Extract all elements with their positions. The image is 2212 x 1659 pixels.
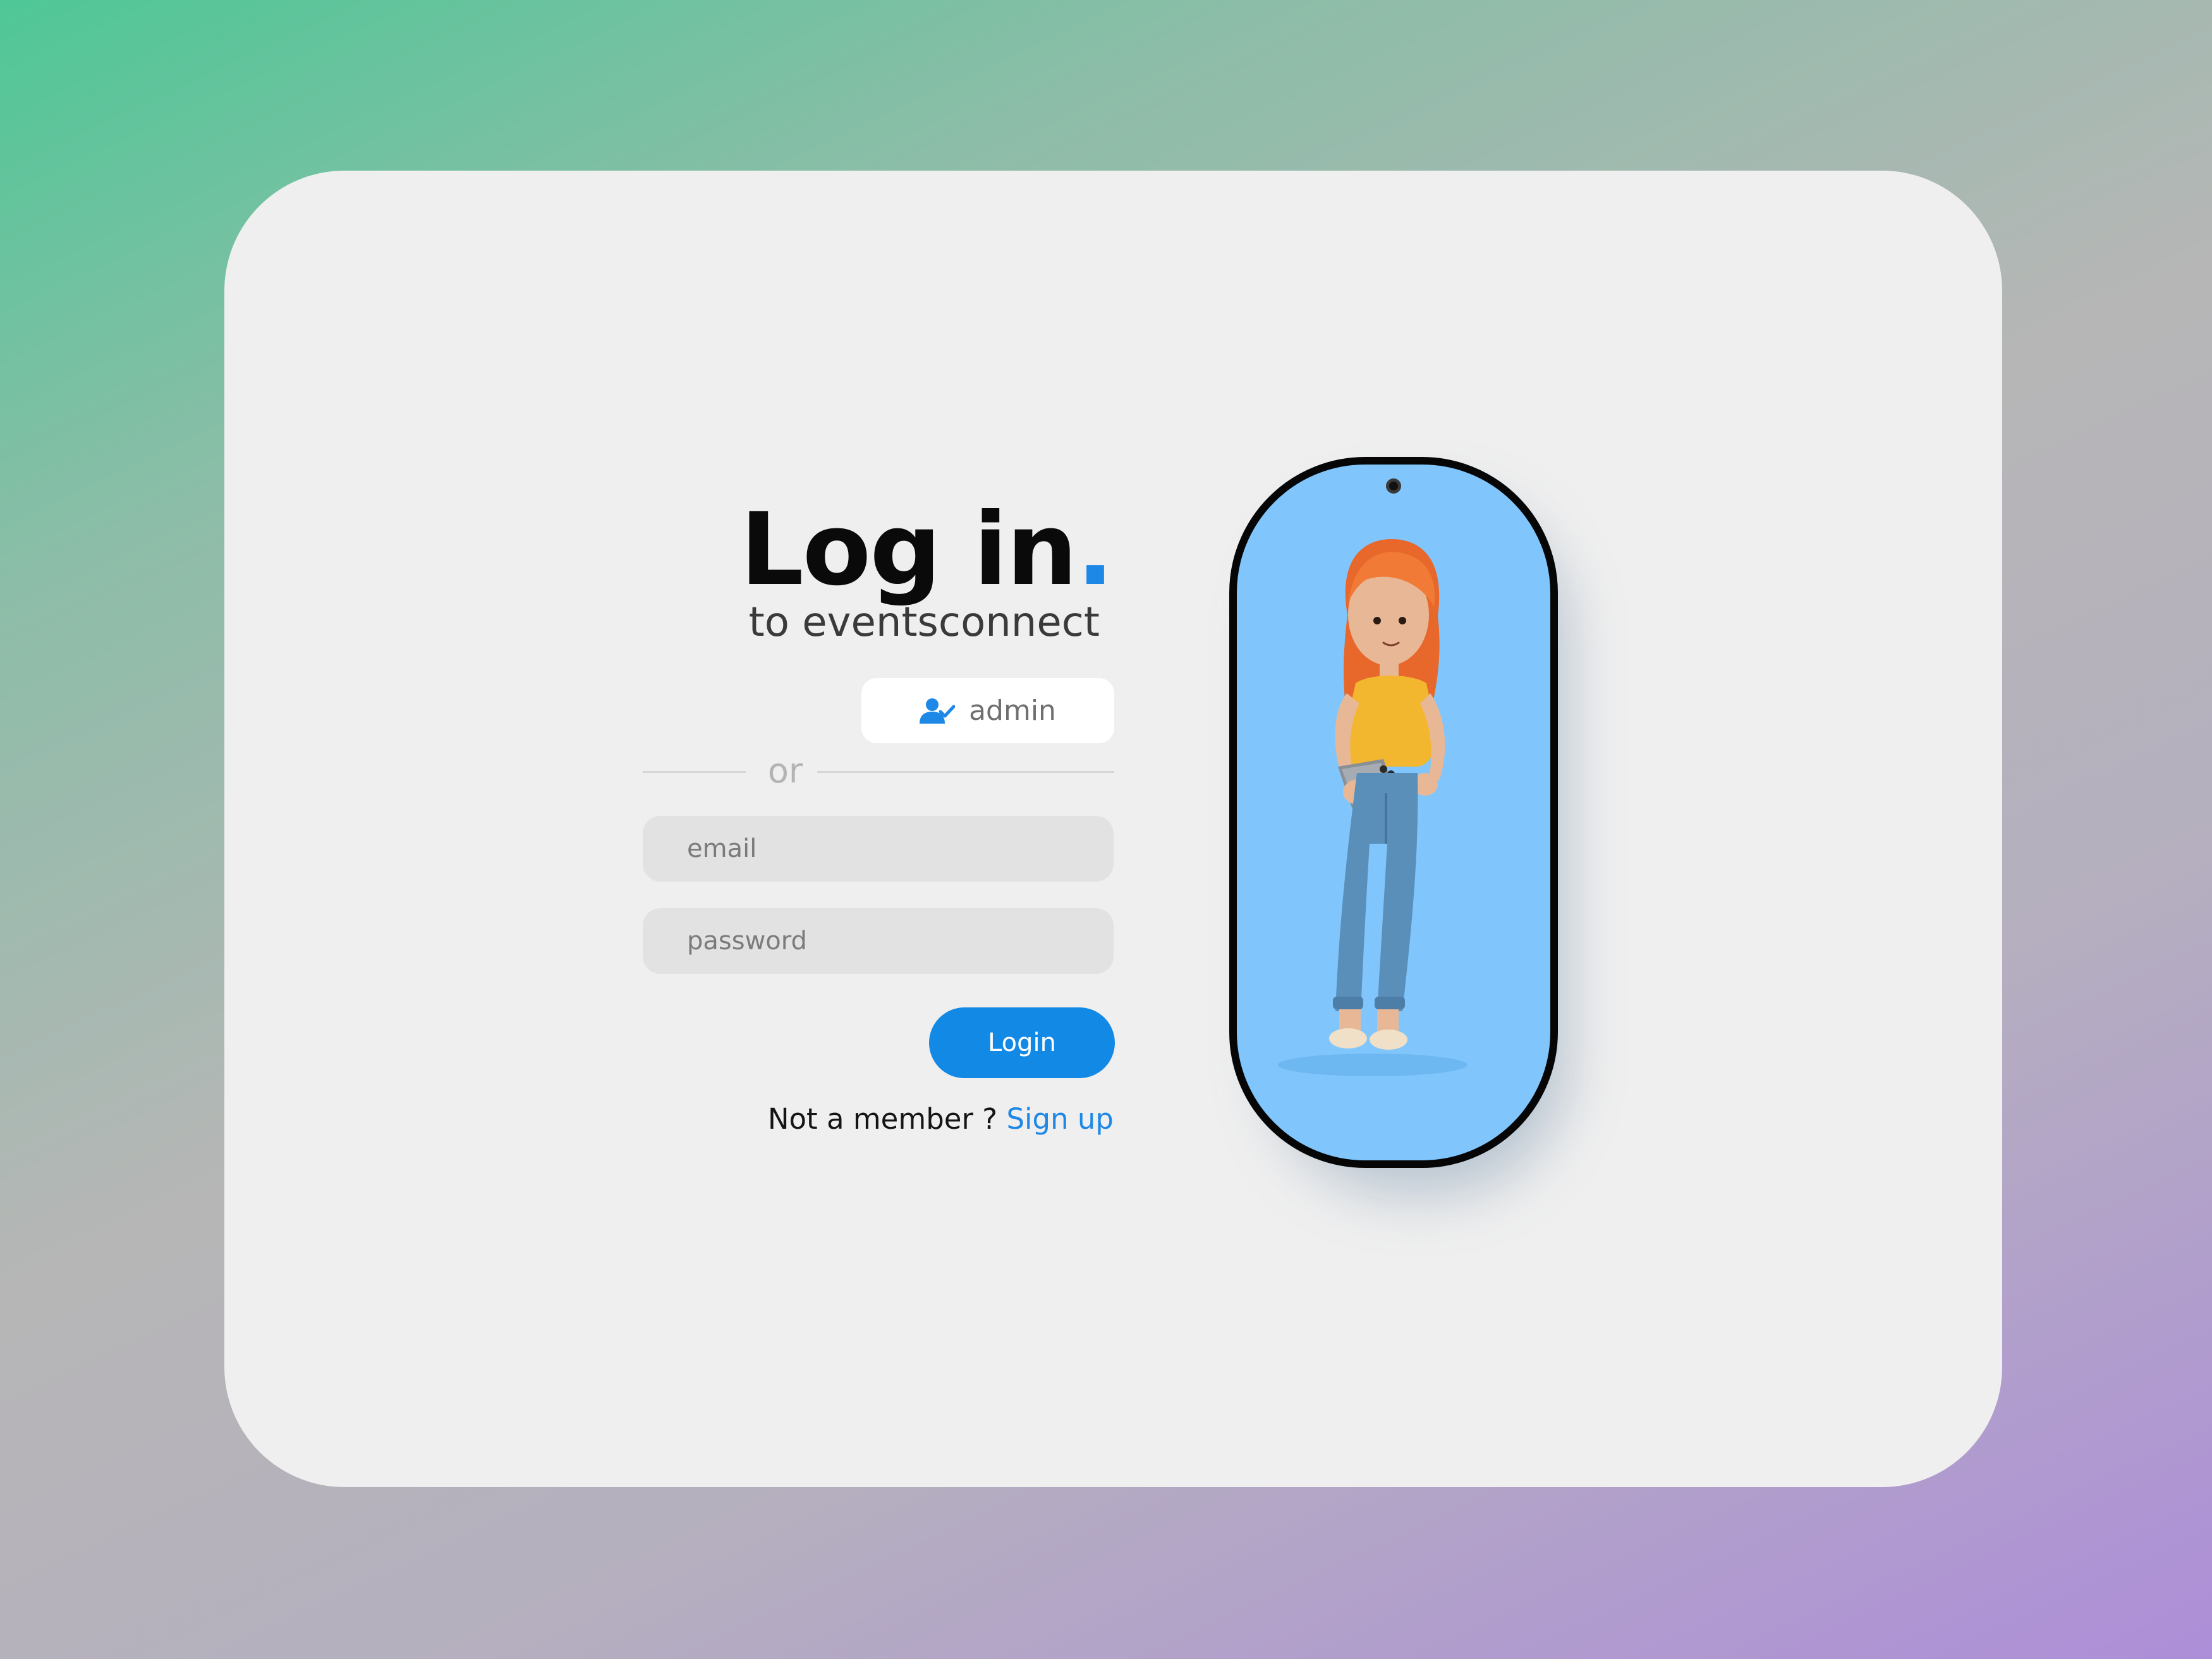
email-input[interactable] (643, 816, 1114, 882)
page-subtitle: to eventsconnect (748, 599, 1100, 646)
divider-or: or (767, 751, 803, 791)
admin-label: admin (969, 695, 1056, 727)
phone-mockup (1229, 457, 1558, 1168)
title-dot: . (1076, 492, 1114, 608)
signup-link[interactable]: Sign up (1006, 1102, 1114, 1136)
signup-row: Not a member ? Sign up (695, 1098, 1114, 1139)
character-illustration (1278, 539, 1468, 1076)
divider-line-right (817, 771, 1114, 773)
login-card (224, 171, 2002, 1487)
not-member-text: Not a member ? (767, 1102, 1007, 1136)
divider-line-left (643, 771, 746, 773)
login-button[interactable]: Login (929, 1007, 1115, 1078)
title-text: Log in (739, 492, 1078, 608)
user-check-icon (920, 697, 956, 725)
admin-login-button[interactable]: admin (861, 678, 1114, 743)
password-input[interactable] (643, 908, 1114, 974)
page-title: Log in. (632, 490, 1114, 610)
